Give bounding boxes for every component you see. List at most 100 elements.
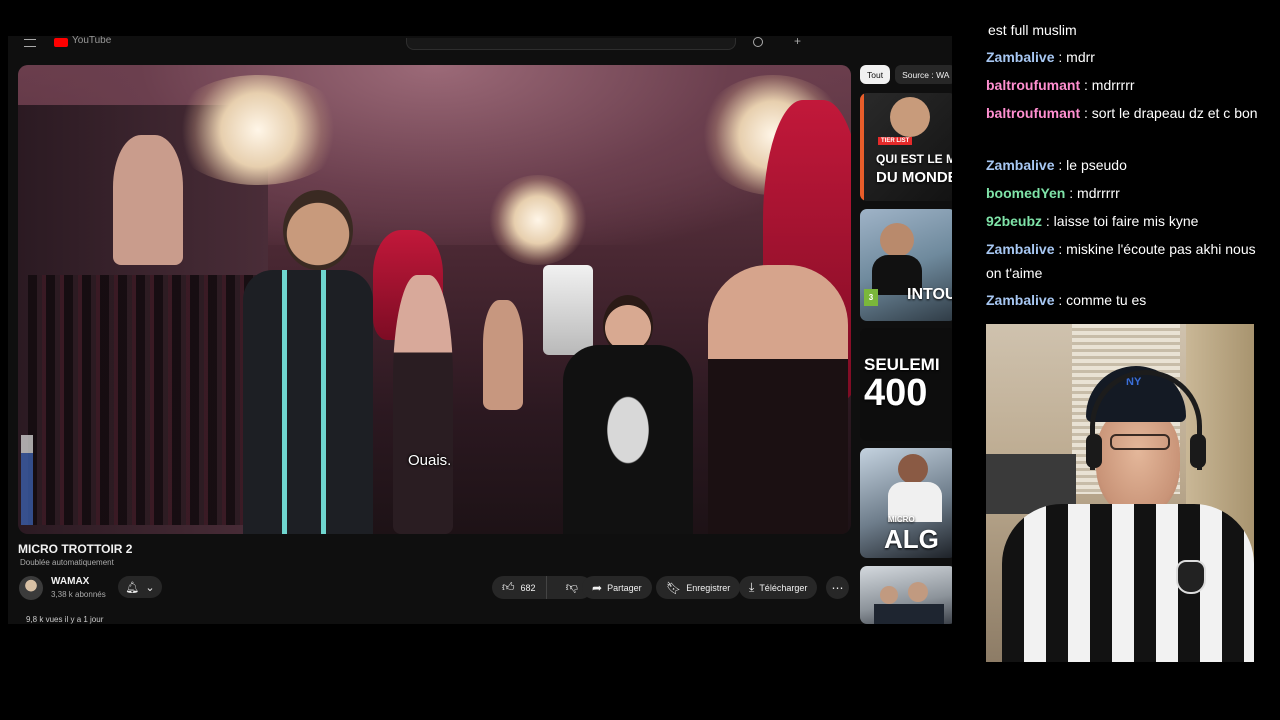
channel-avatar[interactable]: [19, 576, 43, 600]
video-side-watermark: [21, 435, 33, 525]
chat-message: est full muslim: [986, 18, 1266, 42]
youtube-brand[interactable]: YouTube: [72, 36, 111, 46]
thumbnail-suits: [874, 604, 944, 624]
mannequin: [393, 275, 453, 534]
chat-message-text: : mdrr: [1058, 49, 1095, 65]
recommended-video[interactable]: 3 INTOU: [860, 209, 952, 321]
save-label: Enregistrer: [686, 582, 731, 593]
thumbs-up-icon: 👍︎: [502, 580, 515, 594]
interviewer-head: [283, 190, 353, 270]
striped-jersey: [1002, 504, 1254, 662]
share-button[interactable]: ➦ Partager: [582, 576, 652, 599]
thumbnail-text: MICRO: [888, 515, 915, 524]
chat-message: Zambalive : le pseudo: [986, 153, 1266, 177]
create-icon[interactable]: +: [794, 36, 801, 48]
channel-name[interactable]: WAMAX: [51, 576, 89, 587]
headset-icon: [1090, 370, 1202, 470]
thumbnail-text-line: QUI EST LE MI: [876, 152, 952, 166]
chandelier-icon: [168, 75, 348, 185]
chat-message: 92beubz : laisse toi faire mis kyne: [986, 209, 1266, 233]
thumbnail-text: ALG: [884, 524, 939, 554]
thumbnail-text: DU MONDE: [876, 169, 952, 186]
stream-chat: est full muslim Zambalive : mdrr baltrou…: [986, 0, 1266, 320]
recommended-video[interactable]: [860, 566, 952, 624]
recommended-video[interactable]: TIER LIST QUI EST LE MI DU MONDE: [860, 93, 952, 201]
save-button[interactable]: 🔖︎ Enregistrer: [656, 576, 741, 599]
like-button[interactable]: 👍︎ 682: [492, 576, 547, 599]
chat-username[interactable]: Zambalive: [986, 241, 1054, 257]
thumbnail-text: INTOU: [907, 286, 952, 303]
youtube-window: YouTube + Ouais. MICRO TROTTOIR 2 Doublé…: [8, 36, 952, 624]
video-subtitle: Ouais.: [408, 452, 452, 469]
youtube-logo-icon[interactable]: [54, 38, 68, 47]
chat-username[interactable]: 92beubz: [986, 213, 1042, 229]
chat-username[interactable]: Zambalive: [986, 49, 1054, 65]
age-rating-badge: 3: [864, 289, 878, 306]
share-icon: ➦: [592, 580, 603, 595]
video-title: MICRO TROTTOIR 2: [18, 542, 133, 556]
chat-username[interactable]: baltroufumant: [986, 77, 1080, 93]
thumbnail-tag: TIER LIST: [878, 137, 913, 145]
recommendation-filters: Tout Source : WA: [860, 65, 952, 85]
bookmark-icon: 🔖︎: [666, 580, 682, 595]
notifications-button[interactable]: 🔔︎ ⌄: [118, 576, 162, 598]
like-dislike-group: 👍︎ 682 👎︎: [492, 576, 592, 599]
chat-message: Zambalive : mdrr: [986, 45, 1266, 69]
download-icon: ⤓: [749, 580, 755, 594]
view-count: 9,8 k vues il y a 1 jour: [26, 615, 104, 624]
bell-icon: 🔔︎: [125, 581, 140, 594]
thumbnail-face: [908, 582, 928, 602]
thumbnail-face: [880, 586, 898, 604]
thumbnail-text: SEULEMI: [864, 355, 940, 374]
chat-message-text: : le pseudo: [1058, 157, 1127, 173]
chat-message-text: : laisse toi faire mis kyne: [1045, 213, 1199, 229]
thumbnail-face: [890, 97, 930, 137]
thumbnail-text: QUI EST LE MI: [876, 153, 952, 165]
download-button[interactable]: ⤓ Télécharger: [739, 576, 818, 599]
channel-subscribers: 3,38 k abonnés: [51, 590, 106, 599]
chat-message: baltroufumant : sort le drapeau dz et c …: [986, 101, 1266, 125]
thumbs-down-icon: 👎︎: [565, 580, 578, 594]
chat-message-text: : comme tu es: [1058, 292, 1147, 308]
streamer-webcam: NY: [986, 324, 1254, 662]
mannequin: [483, 300, 523, 410]
search-icon[interactable]: [753, 37, 763, 47]
download-label: Télécharger: [759, 582, 808, 593]
chat-username[interactable]: Zambalive: [986, 157, 1054, 173]
hanging-garment: [543, 265, 593, 355]
thumbnail-face: [880, 223, 914, 257]
chip-all[interactable]: Tout: [860, 65, 891, 84]
dubbing-label: Doublée automatiquement: [20, 558, 114, 567]
like-count: 682: [520, 582, 536, 593]
more-icon: ⋯: [831, 580, 844, 595]
chat-message: Zambalive : comme tu es: [986, 288, 1266, 312]
interviewer-body: [243, 270, 373, 534]
headset-earcup: [1086, 434, 1102, 468]
tier-list-stripe: [860, 93, 864, 201]
youtube-topbar: YouTube +: [8, 36, 952, 50]
search-input[interactable]: [406, 38, 736, 50]
chat-message-text: : mdrrrrr: [1084, 77, 1135, 93]
recommended-video[interactable]: SEULEMI 400: [860, 328, 952, 441]
woman-body: [708, 265, 848, 534]
share-label: Partager: [607, 582, 642, 593]
headset-earcup: [1190, 434, 1206, 468]
chat-message: baltroufumant : mdrrrrr: [986, 73, 1266, 97]
chat-message-text: : mdrrrrr: [1069, 185, 1120, 201]
chat-username[interactable]: boomedYen: [986, 185, 1065, 201]
chat-username[interactable]: Zambalive: [986, 292, 1054, 308]
menu-icon[interactable]: [24, 39, 36, 47]
shopkeeper-body: [563, 345, 693, 534]
more-actions-button[interactable]: ⋯: [826, 576, 849, 599]
jersey-crest-icon: [1176, 560, 1206, 594]
chat-username[interactable]: baltroufumant: [986, 105, 1080, 121]
mannequin: [113, 135, 183, 265]
thumbnail-face: [898, 454, 928, 484]
video-player[interactable]: Ouais.: [18, 65, 851, 534]
chat-message-text: est full muslim: [988, 22, 1077, 38]
recommended-video[interactable]: MICRO ALG: [860, 448, 952, 558]
thumbnail-text: 400: [864, 372, 928, 414]
chat-message: Zambalive : miskine l'écoute pas akhi no…: [986, 237, 1266, 285]
chip-source[interactable]: Source : WA: [895, 65, 952, 84]
video-scene-clothes-rack: [28, 275, 258, 525]
